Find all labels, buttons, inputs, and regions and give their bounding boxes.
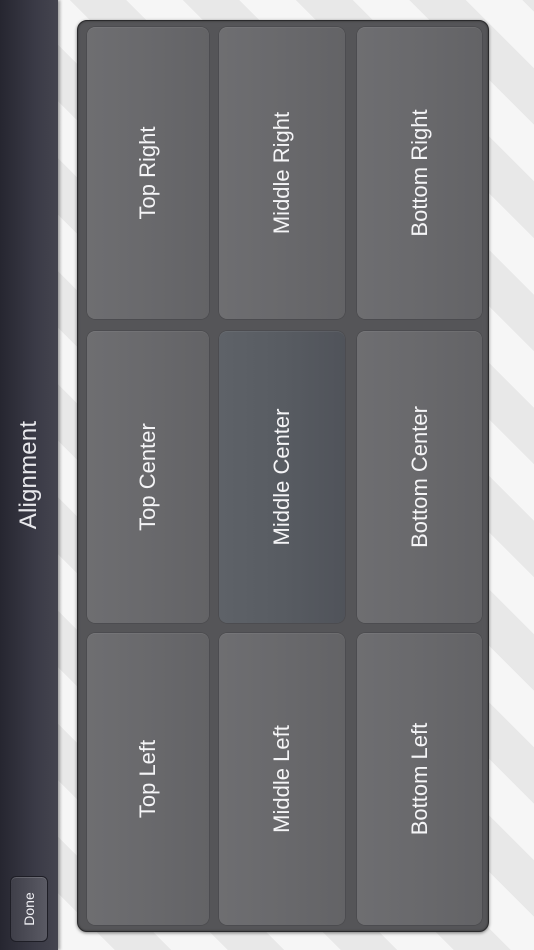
alignment-middle-left-button[interactable]: Middle Left <box>219 633 345 925</box>
alignment-bottom-left-label: Bottom Left <box>406 722 432 836</box>
done-button[interactable]: Done <box>10 876 48 942</box>
alignment-middle-right-label: Middle Right <box>269 111 294 235</box>
alignment-bottom-center-button[interactable]: Bottom Center <box>357 331 482 623</box>
alignment-top-center-button[interactable]: Top Center <box>87 331 209 623</box>
done-button-label: Done <box>21 892 37 926</box>
alignment-top-center-label: Top Center <box>135 423 160 531</box>
alignment-bottom-center-label: Bottom Center <box>406 406 432 548</box>
alignment-middle-center-button[interactable]: Middle Center <box>219 331 345 623</box>
alignment-bottom-left-button[interactable]: Bottom Left <box>357 633 482 925</box>
alignment-middle-left-label: Middle Left <box>269 725 294 833</box>
alignment-bottom-right-button[interactable]: Bottom Right <box>357 27 482 319</box>
alignment-bottom-right-label: Bottom Right <box>406 109 432 237</box>
alignment-middle-center-label: Middle Center <box>269 408 294 546</box>
alignment-top-left-label: Top Left <box>135 739 160 819</box>
page-title: Alignment <box>15 420 42 530</box>
alignment-middle-right-button[interactable]: Middle Right <box>219 27 345 319</box>
alignment-grid: Top Right Middle Right Bottom Right Top … <box>77 20 489 932</box>
alignment-top-right-button[interactable]: Top Right <box>87 27 209 319</box>
navigation-bar: Alignment Done <box>0 0 58 950</box>
alignment-top-right-label: Top Right <box>135 126 160 220</box>
alignment-top-left-button[interactable]: Top Left <box>87 633 209 925</box>
